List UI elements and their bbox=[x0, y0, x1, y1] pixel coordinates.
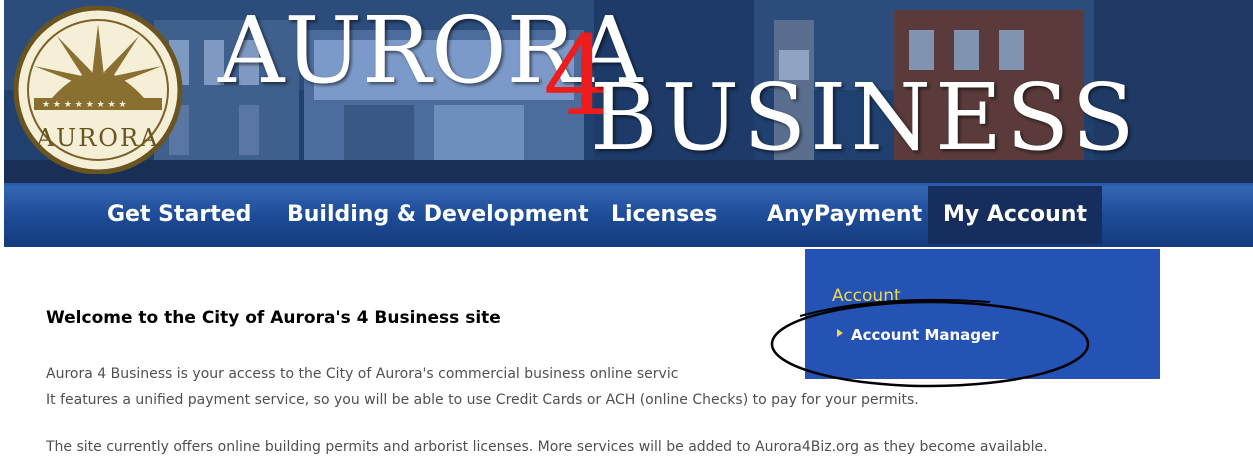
nav-licenses[interactable]: Licenses bbox=[611, 186, 717, 244]
nav-my-account-label: My Account bbox=[943, 202, 1087, 227]
account-dropdown-menu: Account Account Manager bbox=[805, 249, 1160, 379]
main-nav: Get Started Building & Development Licen… bbox=[4, 183, 1253, 247]
intro-paragraph-3: The site currently offers online buildin… bbox=[46, 439, 1048, 455]
nav-anypayment-label: AnyPayment bbox=[767, 202, 923, 227]
menu-item-account-manager-label: Account Manager bbox=[851, 326, 999, 344]
page-title: Welcome to the City of Aurora's 4 Busine… bbox=[46, 308, 501, 328]
nav-my-account[interactable]: My Account bbox=[928, 186, 1102, 244]
dropdown-section-title: Account bbox=[832, 286, 901, 306]
nav-licenses-label: Licenses bbox=[611, 202, 718, 227]
intro-paragraph-1: Aurora 4 Business is your access to the … bbox=[46, 366, 679, 382]
wordmark-business: BUSINESS bbox=[590, 70, 1139, 171]
svg-text:AURORA: AURORA bbox=[36, 124, 160, 152]
menu-item-account-manager[interactable]: Account Manager bbox=[837, 326, 999, 344]
arrow-right-icon bbox=[837, 328, 843, 337]
intro-paragraph-2: It features a unified payment service, s… bbox=[46, 392, 919, 408]
nav-building-development-label: Building & Development bbox=[287, 202, 589, 227]
nav-get-started[interactable]: Get Started bbox=[107, 186, 251, 244]
nav-anypayment[interactable]: AnyPayment bbox=[767, 186, 922, 244]
wordmark-business-text: BUSINESS bbox=[590, 64, 1139, 171]
city-seal-logo: ★ ★ ★ ★ ★ ★ ★ ★ AURORA bbox=[13, 6, 183, 174]
site-wordmark: AURORA 4 BUSINESS bbox=[218, 5, 1135, 166]
svg-text:★ ★ ★ ★ ★ ★ ★ ★: ★ ★ ★ ★ ★ ★ ★ ★ bbox=[42, 100, 127, 110]
nav-building-development[interactable]: Building & Development bbox=[287, 186, 589, 244]
header-banner: ★ ★ ★ ★ ★ ★ ★ ★ AURORA AURORA 4 BUSINESS bbox=[4, 0, 1253, 183]
nav-get-started-label: Get Started bbox=[107, 202, 252, 227]
